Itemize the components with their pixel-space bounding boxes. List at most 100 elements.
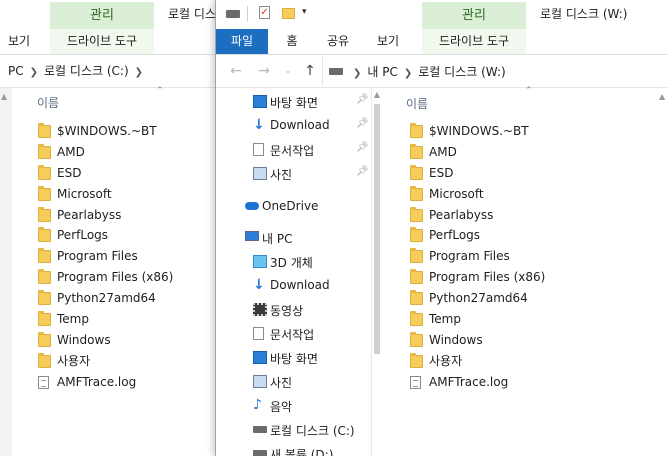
folder-icon [410,143,423,159]
folder-row[interactable]: Program Files (x86) [38,267,218,288]
manage-tab[interactable]: 관리 [50,2,154,29]
properties-check-icon[interactable]: ✓ [259,6,270,19]
nav-item-download[interactable]: ↓ Download 📌︎ [253,118,369,132]
folder-icon [410,311,423,327]
forward-arrow-icon[interactable]: → [256,63,272,79]
address-field[interactable]: ❯ 내 PC ❯ 로컬 디스크 (W:) [322,56,668,86]
tab-view[interactable]: 보기 [0,29,38,54]
folder-icon [410,206,423,222]
tab-home[interactable]: 홈 [274,29,310,54]
content-scrollbar[interactable]: ▲ [659,88,668,456]
folder-row[interactable]: Pearlabyss [410,205,650,226]
folder-row[interactable]: Python27amd64 [38,288,218,309]
tab-file[interactable]: 파일 [216,29,268,54]
pin-icon[interactable]: 📌︎ [356,94,369,105]
folder-row[interactable]: Program Files [38,246,218,267]
nav-item-onedrive[interactable]: OneDrive [245,199,318,213]
folder-icon [38,269,51,285]
item-name: Windows [57,332,111,347]
nav-item-label: 새 볼륨 (D:) [270,448,334,456]
nav-item-pc-child[interactable]: 사진 [253,374,292,391]
file-row[interactable]: AMFTrace.log [410,372,650,393]
nav-item-desktop[interactable]: 바탕 화면 📌︎ [253,94,369,111]
nav-item-pc-child[interactable]: 새 볼륨 (D:) [253,446,334,456]
folder-row[interactable]: Windows [410,330,650,351]
folder-icon [410,248,423,264]
folder-row[interactable]: 사용자 [38,351,218,372]
nav-item-pc-child[interactable]: 문서작업 [253,326,315,343]
folder-row[interactable]: $WINDOWS.~BT [38,121,218,142]
breadcrumb: ❯ 내 PC ❯ 로컬 디스크 (W:) [347,56,506,90]
nav-item-pc-child[interactable]: 3D 개체 [253,254,313,271]
folder-row[interactable]: Microsoft [38,184,218,205]
scroll-up-arrow-icon[interactable]: ▲ [659,92,665,101]
tab-share[interactable]: 공유 [318,29,358,54]
column-header-name[interactable]: 이름 [37,94,59,111]
folder-row[interactable]: Program Files (x86) [410,267,650,288]
back-arrow-icon[interactable]: ← [228,63,244,79]
nav-item-label: 문서작업 [270,328,315,342]
item-name: Microsoft [429,186,484,201]
folder-row[interactable]: AMD [38,142,218,163]
nav-item-this-pc[interactable]: 내 PC [245,230,293,247]
nav-item-pc-child[interactable]: 바탕 화면 [253,350,318,367]
item-name: Pearlabyss [429,207,494,222]
tab-drive-tools[interactable]: 드라이브 도구 [422,29,526,54]
tab-drive-tools[interactable]: 드라이브 도구 [50,29,154,54]
nav-item-pc-child[interactable]: ♪ 음악 [253,398,292,415]
ribbon-tabs: 보기 드라이브 도구 [0,29,225,55]
music-note-icon: ♪ [253,397,262,413]
desktop-icon [253,351,267,364]
up-arrow-icon[interactable]: ↑ [302,63,318,79]
scroll-up-arrow-icon[interactable]: ▲ [372,90,382,99]
folder-row[interactable]: PerfLogs [38,225,218,246]
folder-row[interactable]: ESD [38,163,218,184]
nav-item-pc-child[interactable]: 동영상 [253,302,303,319]
nav-item-pictures[interactable]: 사진 📌︎ [253,166,369,183]
tab-view[interactable]: 보기 [368,29,408,54]
scroll-up-arrow-icon[interactable]: ▲ [1,92,7,101]
folder-row[interactable]: Temp [410,309,650,330]
file-list: $WINDOWS.~BT AMD ESD Microsoft Pearlabyss Per… [410,121,650,393]
pin-icon[interactable]: 📌︎ [356,166,369,177]
drive-icon [253,426,267,433]
nav-item-pc-child[interactable]: ↓ Download [253,278,330,292]
column-header-name[interactable]: 이름 [406,95,428,112]
divider [247,6,248,22]
breadcrumb-pc[interactable]: PC [8,64,24,78]
manage-tab[interactable]: 관리 [422,2,526,29]
folder-icon [38,227,51,243]
folder-row[interactable]: 사용자 [410,351,650,372]
quick-access-dropdown-icon[interactable]: ▾ [302,7,307,17]
folder-row[interactable]: Python27amd64 [410,288,650,309]
folder-row[interactable]: Pearlabyss [38,205,218,226]
computer-icon [245,231,259,241]
breadcrumb-this-pc[interactable]: 내 PC [367,65,397,79]
pin-icon[interactable]: 📌︎ [356,118,369,129]
folder-row[interactable]: ESD [410,163,650,184]
breadcrumb-drive[interactable]: 로컬 디스크 (W:) [418,65,505,79]
drive-icon [329,68,343,75]
recent-locations-chevron-icon[interactable]: ⌄ [280,63,296,79]
folder-row[interactable]: Temp [38,309,218,330]
nav-item-documents[interactable]: 문서작업 📌︎ [253,142,369,159]
new-folder-icon[interactable] [282,8,295,19]
folder-row[interactable]: Program Files [410,246,650,267]
breadcrumb-drive[interactable]: 로컬 디스크 (C:) [44,64,129,78]
folder-row[interactable]: Windows [38,330,218,351]
item-name: AMD [57,144,85,159]
pin-icon[interactable]: 📌︎ [356,142,369,153]
address-bar[interactable]: PC ❯ 로컬 디스크 (C:) ❯ [0,55,225,88]
folder-row[interactable]: PerfLogs [410,225,650,246]
nav-scrollbar[interactable]: ▲ [0,88,12,456]
file-row[interactable]: AMFTrace.log [38,372,218,393]
folder-row[interactable]: Microsoft [410,184,650,205]
folder-icon [38,164,51,180]
nav-item-label: 내 PC [262,232,293,246]
folder-row[interactable]: $WINDOWS.~BT [410,121,650,142]
nav-item-pc-child[interactable]: 로컬 디스크 (C:) [253,422,355,439]
nav-pane-scrollbar[interactable]: ▲ [372,88,382,456]
scrollbar-thumb[interactable] [374,104,380,354]
folder-icon [38,352,51,368]
folder-row[interactable]: AMD [410,142,650,163]
